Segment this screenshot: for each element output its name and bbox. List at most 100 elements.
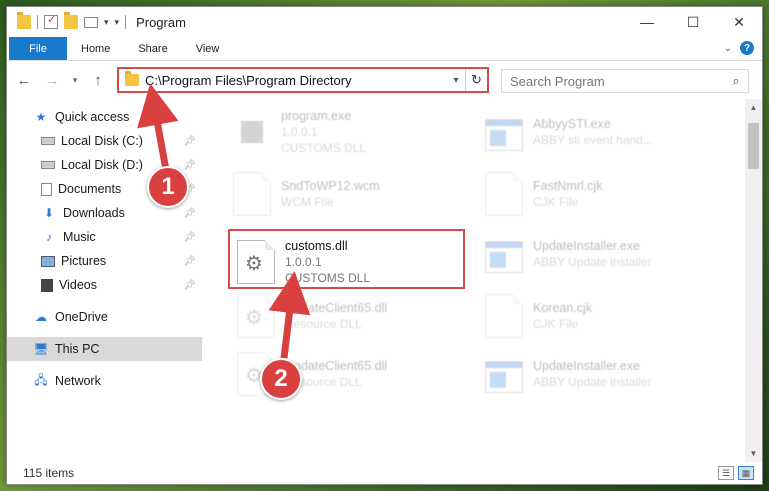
sidebar-item-local-disk-c[interactable]: Local Disk (C:) 📌︎ xyxy=(7,129,202,153)
file-name: FastNmrl.cjk xyxy=(533,179,603,193)
cloud-icon: ☁ xyxy=(35,310,47,324)
minimize-button[interactable]: — xyxy=(624,7,670,37)
refresh-button[interactable]: ↻ xyxy=(465,69,487,91)
file-version: 1.0.0.1 xyxy=(281,125,318,139)
tab-home[interactable]: Home xyxy=(67,37,124,60)
pin-icon[interactable]: 📌︎ xyxy=(183,208,196,219)
new-folder-icon[interactable] xyxy=(64,12,78,29)
recent-locations-icon[interactable]: ▾ xyxy=(69,69,81,91)
sidebar-item-videos[interactable]: Videos 📌︎ xyxy=(7,273,202,297)
sidebar-item-music[interactable]: ♪ Music 📌︎ xyxy=(7,225,202,249)
status-bar: 115 items ☰ ▦ xyxy=(7,462,762,484)
list-item[interactable]: UpdateInstaller.exe ABBY Update installe… xyxy=(485,225,725,283)
file-name: Korean.cjk xyxy=(533,301,593,315)
close-button[interactable]: ✕ xyxy=(716,7,762,37)
scroll-up-icon[interactable]: ▲ xyxy=(745,99,762,116)
vertical-scrollbar[interactable]: ▲ ▼ xyxy=(745,99,762,462)
pin-icon[interactable]: 📌︎ xyxy=(183,160,196,171)
file-type: WCM File xyxy=(281,195,334,209)
sidebar-item-label: Network xyxy=(55,374,101,388)
search-icon[interactable]: ⌕ xyxy=(724,73,748,89)
help-icon[interactable]: ? xyxy=(740,41,754,55)
document-icon xyxy=(485,172,523,216)
tab-file[interactable]: File xyxy=(9,37,67,60)
pin-icon[interactable]: 📌︎ xyxy=(183,256,196,267)
list-item-customs-dll[interactable]: customs.dll 1.0.0.1 CUSTOMS DLL xyxy=(237,233,477,291)
search-input[interactable] xyxy=(510,73,724,89)
address-bar[interactable]: C:\Program Files\Program Directory ▾ ↻ xyxy=(117,67,489,93)
search-box[interactable]: ⌕ xyxy=(501,69,749,93)
list-item[interactable]: UpdateClient65.dll Resource DLL xyxy=(237,287,477,345)
view-switcher: ☰ ▦ xyxy=(718,466,754,480)
qat-dropdown-icon[interactable]: ▾ xyxy=(115,17,120,28)
chevron-down-icon[interactable]: ▾ xyxy=(447,75,465,86)
scroll-down-icon[interactable]: ▼ xyxy=(745,445,762,462)
step-2-badge: 2 xyxy=(260,358,302,400)
up-button[interactable]: ↑ xyxy=(87,69,109,91)
chevron-down-icon[interactable]: ▾ xyxy=(104,17,109,28)
details-view-icon[interactable]: ☰ xyxy=(718,466,734,480)
address-path[interactable]: C:\Program Files\Program Directory xyxy=(145,73,447,88)
scroll-thumb[interactable] xyxy=(748,123,759,169)
back-button[interactable]: ← xyxy=(13,69,35,91)
sidebar-item-label: Documents xyxy=(58,182,122,196)
dll-gear-icon xyxy=(237,294,275,338)
expand-ribbon-icon[interactable]: ⌄ xyxy=(724,43,732,54)
application-icon xyxy=(485,119,523,151)
sidebar-item-this-pc[interactable]: 🖥︎ This PC xyxy=(7,337,202,361)
download-icon: ⬇ xyxy=(43,206,55,220)
file-list: program.exe 1.0.0.1 CUSTOMS DLL AbbyySTI… xyxy=(203,99,762,462)
file-name: customs.dll xyxy=(285,239,348,253)
tab-view[interactable]: View xyxy=(182,37,234,60)
file-version: 1.0.0.1 xyxy=(285,255,322,269)
forward-button[interactable]: → xyxy=(41,69,63,91)
computer-icon: 🖥︎ xyxy=(33,342,49,356)
sidebar-item-quick-access[interactable]: ★ Quick access xyxy=(7,105,202,129)
maximize-button[interactable]: ☐ xyxy=(670,7,716,37)
sidebar-item-label: Downloads xyxy=(63,206,125,220)
sidebar-item-label: Local Disk (C:) xyxy=(61,134,143,148)
main-area: ★ Quick access Local Disk (C:) 📌︎ Local … xyxy=(7,99,762,462)
star-icon: ★ xyxy=(35,110,47,124)
sidebar-item-onedrive[interactable]: ☁ OneDrive xyxy=(7,305,202,329)
list-item[interactable]: SndToWP12.wcm WCM File xyxy=(233,165,473,223)
properties-icon[interactable] xyxy=(44,13,58,29)
navigation-pane: ★ Quick access Local Disk (C:) 📌︎ Local … xyxy=(7,99,203,462)
ribbon-right: ⌄ ? xyxy=(724,41,754,55)
application-icon xyxy=(485,361,523,393)
window-title: Program xyxy=(136,14,186,30)
list-item[interactable]: UpdateInstaller.exe ABBY Update installe… xyxy=(485,345,725,403)
sidebar-item-label: Quick access xyxy=(55,110,130,124)
drive-icon xyxy=(41,161,55,169)
list-item[interactable]: Korean.cjk CJK File xyxy=(485,287,725,345)
application-icon xyxy=(237,117,267,147)
window-controls: — ☐ ✕ xyxy=(624,7,762,37)
large-icons-view-icon[interactable]: ▦ xyxy=(738,466,754,480)
customize-icon[interactable] xyxy=(84,16,98,28)
pin-icon[interactable]: 📌︎ xyxy=(183,280,196,291)
folder-icon xyxy=(125,71,139,86)
file-description: ABBY sti event hand... xyxy=(533,133,653,147)
list-item[interactable]: FastNmrl.cjk CJK File xyxy=(485,165,725,223)
dll-gear-icon xyxy=(237,240,275,284)
sidebar-item-label: OneDrive xyxy=(55,310,108,324)
file-type: CJK File xyxy=(533,317,579,331)
tab-share[interactable]: Share xyxy=(124,37,181,60)
drive-icon xyxy=(41,137,55,145)
file-name: program.exe xyxy=(281,109,352,123)
list-item[interactable]: AbbyySTI.exe ABBY sti event hand... xyxy=(485,103,725,161)
videos-icon xyxy=(41,278,53,292)
file-description: ABBY Update installer xyxy=(533,375,652,389)
file-name: UpdateInstaller.exe xyxy=(533,359,641,373)
step-1-badge: 1 xyxy=(147,166,189,208)
sidebar-item-label: Music xyxy=(63,230,96,244)
sidebar-item-network[interactable]: 🖧︎ Network xyxy=(7,369,202,393)
sidebar-item-label: Pictures xyxy=(61,254,107,268)
list-item[interactable]: program.exe 1.0.0.1 CUSTOMS DLL xyxy=(233,103,473,161)
pin-icon[interactable]: 📌︎ xyxy=(183,232,196,243)
pin-icon[interactable]: 📌︎ xyxy=(183,136,196,147)
sidebar-item-pictures[interactable]: Pictures 📌︎ xyxy=(7,249,202,273)
pictures-icon xyxy=(41,255,55,267)
toolbar-separator xyxy=(125,15,127,29)
music-icon: ♪ xyxy=(46,230,52,244)
